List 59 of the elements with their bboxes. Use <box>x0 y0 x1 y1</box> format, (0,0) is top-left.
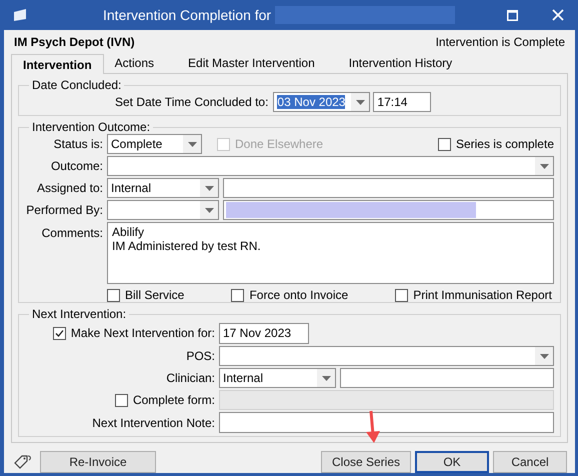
field-label: Comments: <box>40 225 103 242</box>
status-dropdown[interactable]: Complete <box>107 134 202 154</box>
checkmark-icon <box>54 328 65 338</box>
tab[interactable]: Actions <box>104 53 166 73</box>
next-date-field[interactable]: 17 Nov 2023 <box>219 322 309 344</box>
dropdown-caret-icon <box>356 100 365 104</box>
dropdown-caret-icon <box>204 186 214 190</box>
dialog-button[interactable]: OK <box>415 451 489 473</box>
dropdown-caret-icon <box>188 142 196 146</box>
clinician-name-field[interactable] <box>340 368 554 388</box>
form-field[interactable] <box>219 390 554 410</box>
close-icon[interactable] <box>552 9 564 21</box>
time-field[interactable]: 17:14 <box>373 92 432 112</box>
field-label: Set Date Time Concluded to: <box>115 94 268 111</box>
dropdown-caret-icon <box>540 164 548 168</box>
checkbox[interactable]: Series is complete <box>438 135 554 153</box>
field-label: Performed By: <box>25 202 103 219</box>
tab[interactable]: Intervention <box>11 54 104 74</box>
checkbox[interactable]: Bill Service <box>107 286 184 304</box>
dialog-button[interactable]: Cancel <box>493 451 567 473</box>
field-label: Assigned to: <box>36 180 103 197</box>
checkbox[interactable]: Complete form: <box>114 391 215 409</box>
tab[interactable]: Intervention History <box>338 53 464 73</box>
pos-dropdown[interactable] <box>219 346 554 366</box>
field-label: Clinician: <box>165 370 215 387</box>
intervention-name: IM Psych Depot (IVN) <box>14 34 135 51</box>
dropdown-caret-icon <box>204 208 214 212</box>
clinician-dropdown[interactable]: Internal <box>219 368 336 388</box>
checkbox[interactable]: Make Next Intervention for: <box>52 324 215 342</box>
dropdown-caret-icon <box>540 354 548 358</box>
checkbox[interactable]: Force onto Invoice <box>231 286 348 304</box>
window-icon <box>12 9 28 21</box>
checkbox[interactable]: Print Immunisation Report <box>395 286 552 304</box>
performer-name-field[interactable] <box>223 200 554 220</box>
group-title: Date Concluded: <box>31 77 122 94</box>
dialog-button[interactable]: Close Series <box>321 451 411 473</box>
annotation-arrow <box>365 410 381 444</box>
field-label: Status is: <box>52 136 103 153</box>
completion-status: Intervention is Complete <box>436 34 565 51</box>
field-label: POS: <box>185 348 215 365</box>
field-label: Outcome: <box>50 158 103 175</box>
window-title: Intervention Completion for <box>103 6 272 25</box>
field-label: Next Intervention Note: <box>91 414 215 432</box>
comments-field[interactable]: Abilify IM Administered by test RN. <box>107 222 554 284</box>
tab[interactable]: Edit Master Intervention <box>177 53 326 73</box>
group-title: Next Intervention: <box>31 306 128 323</box>
group-title: Intervention Outcome: <box>31 119 152 136</box>
dropdown-caret-icon <box>322 376 330 380</box>
comment-line: IM Administered by test RN. <box>112 239 262 253</box>
dialog-button[interactable]: Re-Invoice <box>40 451 156 473</box>
note-field[interactable] <box>219 412 554 433</box>
date-dropdown[interactable]: 03 Nov 2023 <box>273 92 370 112</box>
maximize-icon[interactable] <box>507 10 518 20</box>
outcome-dropdown[interactable] <box>107 156 554 176</box>
performed-dropdown[interactable] <box>107 200 219 220</box>
tag-icon <box>12 454 32 470</box>
assigned-dropdown[interactable]: Internal <box>107 178 219 198</box>
comment-line: Abilify <box>112 225 146 239</box>
assigned-name-field[interactable] <box>223 178 554 198</box>
